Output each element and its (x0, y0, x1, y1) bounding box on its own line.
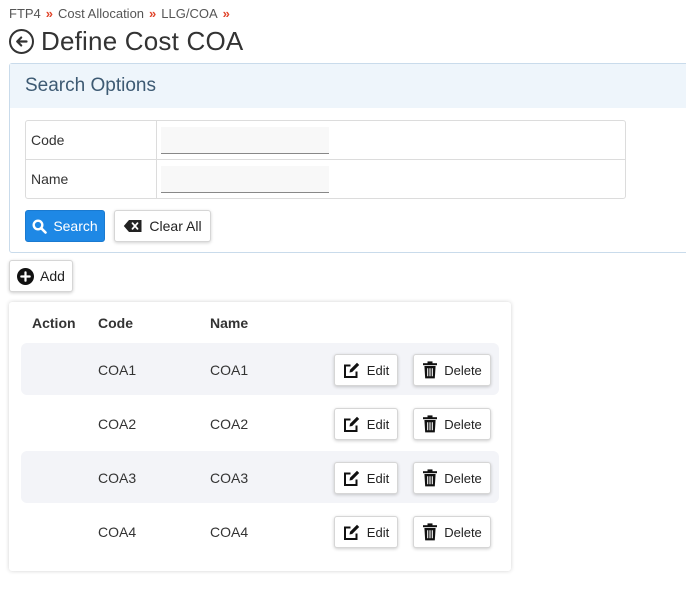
edit-label: Edit (366, 362, 390, 378)
page-title: Define Cost COA (41, 26, 244, 56)
delete-button[interactable]: Delete (413, 408, 491, 440)
table-row: COA3 COA3 Edit Delete (21, 451, 499, 503)
delete-label: Delete (444, 416, 482, 432)
breadcrumb-separator: » (222, 6, 230, 21)
row-code: COA1 (98, 362, 137, 378)
table-row: COA2 COA2 Edit Delete (21, 397, 499, 449)
table-row: COA4 COA4 Edit Delete (21, 505, 499, 557)
column-header-name[interactable]: Name (210, 315, 248, 331)
edit-icon (343, 361, 361, 379)
row-name: COA4 (210, 524, 249, 540)
trash-icon (422, 469, 438, 487)
edit-icon (343, 415, 361, 433)
delete-button[interactable]: Delete (413, 354, 491, 386)
row-code: COA4 (98, 524, 137, 540)
breadcrumb-item-llg-coa[interactable]: LLG/COA (161, 6, 217, 21)
column-header-code[interactable]: Code (98, 315, 133, 331)
delete-label: Delete (444, 470, 482, 486)
breadcrumb-item-cost-allocation[interactable]: Cost Allocation (58, 6, 144, 21)
column-header-action: Action (32, 315, 76, 331)
back-arrow-icon[interactable] (9, 29, 34, 54)
row-code: COA2 (98, 416, 137, 432)
name-label: Name (26, 160, 157, 198)
edit-label: Edit (366, 524, 390, 540)
backspace-icon (123, 219, 143, 233)
name-row: Name (26, 160, 625, 198)
code-input[interactable] (161, 126, 329, 154)
page-header: Define Cost COA (9, 26, 243, 57)
code-label: Code (26, 121, 157, 159)
edit-button[interactable]: Edit (334, 354, 398, 386)
add-button[interactable]: Add (9, 260, 73, 292)
name-input[interactable] (161, 165, 329, 193)
search-options-panel: Search Options Code Name Search Clear Al… (9, 63, 686, 253)
delete-label: Delete (444, 362, 482, 378)
edit-icon (343, 469, 361, 487)
coa-grid: Action Code Name COA1 COA1 Edit Delete C… (9, 302, 511, 571)
row-name: COA2 (210, 416, 249, 432)
trash-icon (422, 523, 438, 541)
table-row: COA1 COA1 Edit Delete (21, 343, 499, 395)
breadcrumb-separator: » (45, 6, 54, 21)
search-options-header: Search Options (10, 64, 686, 108)
delete-label: Delete (444, 524, 482, 540)
edit-button[interactable]: Edit (334, 408, 398, 440)
breadcrumb-item-ftp4[interactable]: FTP4 (9, 6, 41, 21)
search-form: Code Name (25, 120, 626, 199)
row-name: COA1 (210, 362, 249, 378)
row-name: COA3 (210, 470, 249, 486)
grid-header: Action Code Name (9, 302, 511, 342)
plus-circle-icon (17, 267, 35, 285)
search-button-label: Search (53, 218, 98, 234)
search-button[interactable]: Search (25, 210, 105, 242)
search-icon (32, 218, 48, 234)
edit-label: Edit (366, 470, 390, 486)
breadcrumb-separator: » (149, 6, 157, 21)
delete-button[interactable]: Delete (413, 462, 491, 494)
clear-all-label: Clear All (149, 218, 202, 234)
edit-button[interactable]: Edit (334, 516, 398, 548)
breadcrumb: FTP4 » Cost Allocation » LLG/COA » (9, 6, 235, 21)
trash-icon (422, 361, 438, 379)
delete-button[interactable]: Delete (413, 516, 491, 548)
row-code: COA3 (98, 470, 137, 486)
trash-icon (422, 415, 438, 433)
edit-label: Edit (366, 416, 390, 432)
clear-all-button[interactable]: Clear All (114, 210, 211, 242)
code-row: Code (26, 121, 625, 160)
edit-icon (343, 523, 361, 541)
edit-button[interactable]: Edit (334, 462, 398, 494)
add-label: Add (40, 268, 65, 284)
